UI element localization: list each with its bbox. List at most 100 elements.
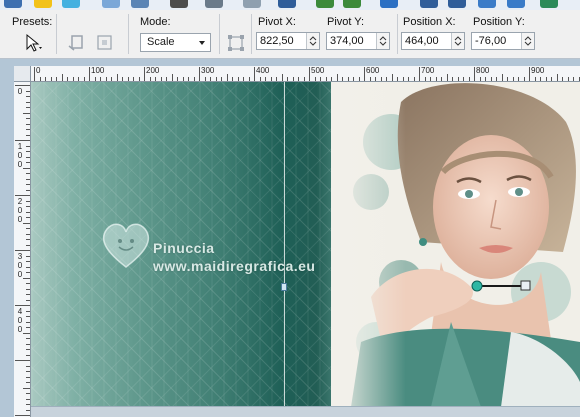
ruler-tick (540, 77, 541, 81)
grid-icon[interactable] (94, 32, 116, 54)
pencil-icon[interactable] (34, 0, 52, 8)
zoom-out-icon[interactable] (507, 0, 525, 8)
chevron-down-icon (199, 41, 205, 45)
vertical-guide-line[interactable] (284, 82, 285, 407)
ruler-tick (26, 261, 30, 262)
bucket-icon[interactable] (62, 0, 80, 8)
position-y-label: Position Y: (473, 16, 525, 28)
separator (251, 14, 252, 54)
ruler-tick (23, 112, 30, 114)
undo-icon[interactable] (316, 0, 334, 8)
ruler-tick (237, 77, 239, 81)
ruler-tick (26, 376, 30, 378)
ruler-tick (15, 140, 30, 141)
ruler-tick (358, 77, 360, 81)
object-icon[interactable] (66, 32, 88, 54)
horizontal-ruler: 0 100 200 300 400 500 600 700 800 900 (14, 66, 580, 82)
ruler-tick (545, 77, 547, 81)
ruler-tick (26, 129, 30, 130)
pick-arrow-icon[interactable] (22, 32, 44, 54)
print-icon[interactable] (170, 0, 188, 8)
ruler-label: 800 (476, 66, 490, 75)
ruler-tick (83, 77, 85, 81)
mode-label: Mode: (140, 16, 171, 28)
settings-icon[interactable] (448, 0, 466, 8)
ruler-tick (320, 77, 321, 81)
ruler-tick (26, 382, 30, 383)
ruler-label: 2 0 0 (17, 197, 23, 224)
ruler-tick (50, 77, 52, 81)
tool-options-bar: Presets: Mode: Scale Pivot X: 822,50 Piv… (0, 10, 580, 59)
spinner-arrows-icon[interactable] (306, 33, 319, 49)
pivot-icon[interactable] (225, 32, 247, 54)
mode-select[interactable]: Scale (140, 33, 211, 52)
position-x-field[interactable]: 464,00 (401, 32, 465, 50)
grid-icon[interactable] (4, 0, 22, 8)
window-icon[interactable] (102, 0, 120, 8)
ruler-tick (430, 77, 431, 81)
ruler-tick (26, 123, 30, 125)
ruler-tick (26, 178, 30, 180)
ruler-tick (15, 360, 30, 361)
globe-icon[interactable] (540, 0, 558, 8)
ruler-label: 1 0 0 (17, 142, 23, 169)
ruler-tick (556, 74, 558, 81)
ruler-label: 300 (201, 66, 215, 75)
ruler-tick (529, 67, 530, 81)
ruler-tick (34, 67, 35, 81)
ruler-tick (15, 250, 30, 251)
ruler-tick (26, 90, 30, 92)
ruler-tick (127, 77, 129, 81)
ruler-tick (578, 77, 580, 81)
pivot-x-field[interactable]: 822,50 (256, 32, 320, 50)
ruler-tick (210, 77, 211, 81)
pivot-handle-icon[interactable] (471, 279, 533, 293)
ruler-tick (23, 167, 30, 169)
ruler-tick (298, 77, 299, 81)
ruler-tick (26, 173, 30, 174)
ruler-tick (26, 184, 30, 185)
image-canvas[interactable]: Pinuccia www.maidiregrafica.eu (31, 82, 580, 407)
ruler-label: 600 (366, 66, 380, 75)
horizontal-scrollbar[interactable] (31, 407, 580, 417)
ruler-label: 700 (421, 66, 435, 75)
ruler-icon[interactable] (243, 0, 261, 8)
woman-portrait-image (331, 82, 580, 407)
ruler-tick (56, 77, 57, 81)
ruler-tick (26, 244, 30, 246)
position-y-field[interactable]: -76,00 (471, 32, 535, 50)
ruler-tick (23, 387, 30, 389)
ruler-tick (26, 255, 30, 257)
position-x-label: Position X: (403, 16, 456, 28)
spinner-arrows-icon[interactable] (521, 33, 534, 49)
ruler-tick (424, 77, 426, 81)
ruler-tick (292, 77, 294, 81)
ruler-tick (26, 371, 30, 372)
ruler-tick (26, 404, 30, 405)
ruler-tick (39, 77, 41, 81)
ruler-tick (314, 77, 316, 81)
ruler-tick (26, 211, 30, 213)
layers-icon[interactable] (420, 0, 438, 8)
ruler-tick (26, 398, 30, 400)
ruler-tick (193, 77, 195, 81)
tool-icon[interactable] (278, 0, 296, 8)
pivot-x-label: Pivot X: (258, 16, 296, 28)
ruler-tick (26, 272, 30, 273)
ruler-label: 200 (146, 66, 160, 75)
arrow-icon[interactable] (205, 0, 223, 8)
spinner-arrows-icon[interactable] (376, 33, 389, 49)
save-icon[interactable] (131, 0, 149, 8)
zoom-in-icon[interactable] (478, 0, 496, 8)
ruler-tick (336, 74, 338, 81)
spinner-arrows-icon[interactable] (451, 33, 464, 49)
help-icon[interactable] (380, 0, 398, 8)
center-handle[interactable] (281, 283, 287, 291)
ruler-tick (15, 85, 30, 86)
redo-icon[interactable] (343, 0, 361, 8)
ruler-tick (419, 67, 420, 81)
ruler-tick (144, 67, 145, 81)
pivot-y-field[interactable]: 374,00 (326, 32, 390, 50)
pivot-x-value: 822,50 (260, 35, 294, 47)
ruler-tick (26, 118, 30, 119)
